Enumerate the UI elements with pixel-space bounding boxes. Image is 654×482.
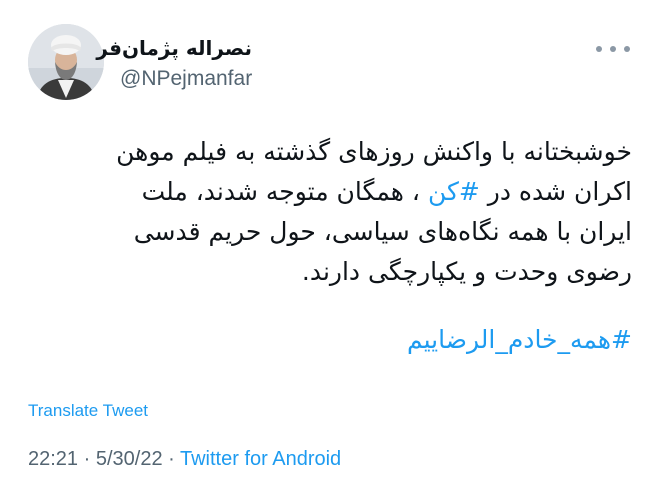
tweet-text-line: رضوی وحدت و یکپارچگی دارند.	[301, 257, 632, 286]
more-dot	[624, 46, 630, 52]
tweet-date[interactable]: 5/30/22	[96, 448, 163, 470]
tweet-metadata: 22:21 · 5/30/22 · Twitter for Android	[28, 446, 341, 472]
tweet-text-line: ایران با همه نگاه‌های سیاسی، حول حریم قد…	[133, 217, 632, 246]
separator: ·	[78, 448, 96, 470]
hashtag-link[interactable]: #کن	[428, 177, 480, 206]
avatar[interactable]	[28, 24, 104, 100]
separator: ·	[162, 448, 180, 470]
tweet-text-line: اکران شده در #کن ، همگان متوجه شدند، ملت	[24, 172, 632, 212]
more-options-icon[interactable]	[596, 38, 630, 60]
user-handle[interactable]: @NPejmanfar	[120, 66, 252, 92]
tweet-source-link[interactable]: Twitter for Android	[180, 448, 341, 470]
profile-photo	[28, 24, 104, 100]
translate-tweet-link[interactable]: Translate Tweet	[28, 400, 148, 422]
tweet-time[interactable]: 22:21	[28, 448, 78, 470]
tweet-card: نصراله پژمان‌فر @NPejmanfar خوشبختانه با…	[0, 0, 654, 482]
hashtag-link[interactable]: #همه_خادم_الرضاییم	[24, 320, 632, 360]
more-dot	[596, 46, 602, 52]
display-name[interactable]: نصراله پژمان‌فر	[96, 34, 252, 62]
tweet-text-segment: اکران شده در	[479, 177, 632, 206]
tweet-text: خوشبختانه با واکنش روزهای گذشته به فیلم …	[24, 132, 632, 292]
tweet-text-segment: ، همگان متوجه شدند، ملت	[141, 177, 428, 206]
more-dot	[610, 46, 616, 52]
tweet-text-line: خوشبختانه با واکنش روزهای گذشته به فیلم …	[116, 137, 632, 166]
